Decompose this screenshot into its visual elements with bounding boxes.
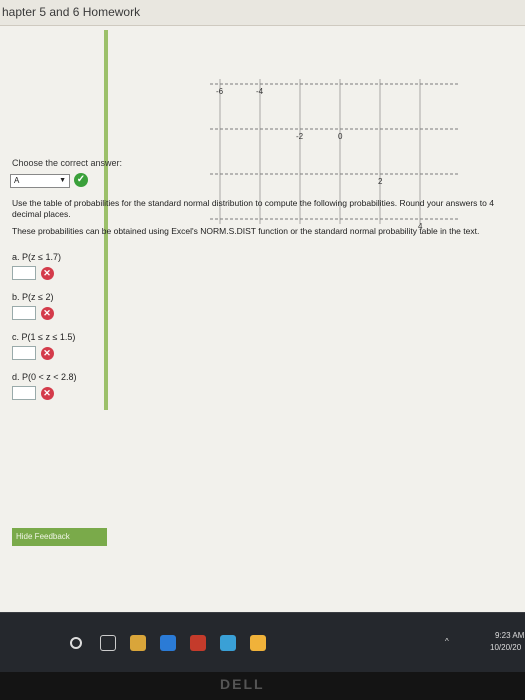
- answer-input[interactable]: [12, 306, 36, 320]
- part-label: a. P(z ≤ 1.7): [12, 252, 61, 262]
- screen: hapter 5 and 6 Homework -6 -4 -2 0 2 4 C…: [0, 0, 525, 672]
- tick-label: -6: [216, 87, 224, 96]
- app-icon[interactable]: [190, 635, 206, 651]
- part-d: d. P(0 < z < 2.8) ✕: [12, 372, 77, 400]
- hide-feedback-label: Hide Feedback: [16, 532, 70, 541]
- task-view-icon[interactable]: [100, 635, 116, 651]
- part-b: b. P(z ≤ 2) ✕: [12, 292, 54, 320]
- part-c: c. P(1 ≤ z ≤ 1.5) ✕: [12, 332, 75, 360]
- tick-label: -4: [256, 87, 264, 96]
- part-label: c. P(1 ≤ z ≤ 1.5): [12, 332, 76, 342]
- tick-label: 2: [378, 177, 383, 186]
- answer-input[interactable]: [12, 346, 36, 360]
- clock-time: 9:23 AM: [495, 631, 525, 640]
- answer-input[interactable]: [12, 266, 36, 280]
- close-icon: ✕: [40, 306, 54, 320]
- choose-answer-label: Choose the correct answer:: [12, 158, 123, 168]
- homework-content: -6 -4 -2 0 2 4 Choose the correct answer…: [0, 30, 505, 610]
- search-icon[interactable]: [70, 637, 82, 649]
- edge-icon[interactable]: [220, 635, 236, 651]
- answer-input[interactable]: [12, 386, 36, 400]
- browser-icon[interactable]: [160, 635, 176, 651]
- instructions: Use the table of probabilities for the s…: [12, 198, 502, 243]
- close-icon: ✕: [40, 266, 54, 280]
- store-icon[interactable]: [250, 635, 266, 651]
- chevron-down-icon: ▼: [59, 177, 66, 184]
- file-explorer-icon[interactable]: [130, 635, 146, 651]
- check-icon: ✓: [74, 173, 88, 187]
- part-label: b. P(z ≤ 2): [12, 292, 54, 302]
- clock-date: 10/20/20: [490, 643, 522, 652]
- close-icon: ✕: [40, 346, 54, 360]
- tick-label: -2: [296, 132, 304, 141]
- chevron-up-icon[interactable]: ^: [445, 637, 449, 646]
- title-bar: hapter 5 and 6 Homework: [0, 0, 525, 26]
- dell-logo: DELL: [220, 676, 265, 692]
- answer-dropdown[interactable]: A ▼: [10, 174, 70, 188]
- instruction-1: Use the table of probabilities for the s…: [12, 198, 494, 219]
- part-a: a. P(z ≤ 1.7) ✕: [12, 252, 61, 280]
- hide-feedback-button[interactable]: Hide Feedback: [12, 528, 107, 546]
- instruction-2: These probabilities can be obtained usin…: [12, 226, 480, 236]
- taskbar: ^ 9:23 AM 10/20/20: [0, 612, 525, 672]
- selected-answer: A: [14, 176, 20, 185]
- part-label: d. P(0 < z < 2.8): [12, 372, 77, 382]
- close-icon: ✕: [40, 386, 54, 400]
- window-title: hapter 5 and 6 Homework: [2, 5, 141, 19]
- monitor-bezel: DELL: [0, 672, 525, 700]
- tick-label: 0: [338, 132, 343, 141]
